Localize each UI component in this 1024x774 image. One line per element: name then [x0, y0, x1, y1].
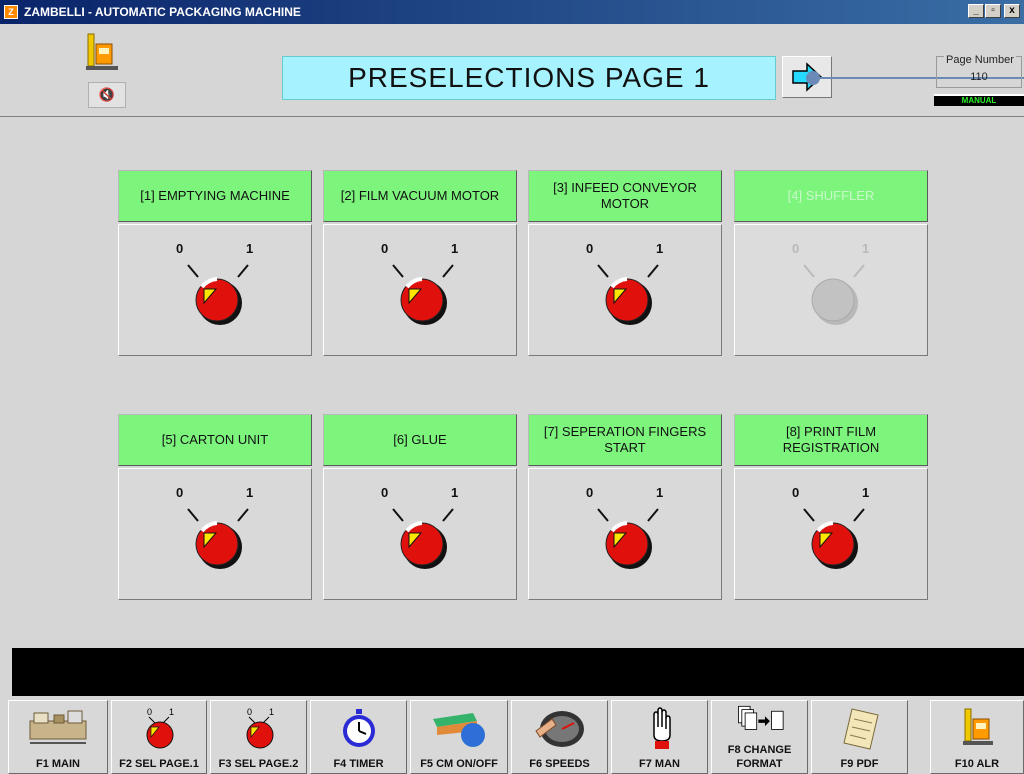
switch-label-0: 0 — [586, 241, 594, 256]
window-title: ZAMBELLI - AUTOMATIC PACKAGING MACHINE — [24, 5, 301, 19]
window-titlebar: Z ZAMBELLI - AUTOMATIC PACKAGING MACHINE… — [0, 0, 1024, 24]
restore-button[interactable]: ▫ — [985, 4, 1001, 18]
connector-dot — [806, 71, 820, 85]
machine-icon — [29, 710, 87, 744]
mute-button[interactable]: 🔇 — [88, 82, 126, 108]
switch-label-1: 1 — [656, 485, 664, 500]
preselection-panel-1: [1] EMPTYING MACHINE 0 1 — [118, 170, 312, 356]
f10-alr-button[interactable]: F10 ALR — [930, 700, 1024, 774]
f9-pdf-button[interactable]: F9 PDF — [811, 700, 908, 774]
speedometer-icon — [534, 711, 584, 747]
svg-text:0: 0 — [247, 707, 252, 717]
preselection-panel-8: [8] PRINT FILM REGISTRATION 0 1 — [734, 414, 928, 600]
panel-label: [8] PRINT FILM REGISTRATION — [734, 414, 928, 466]
switch-label-1: 1 — [862, 241, 870, 256]
panel-body: 0 1 — [118, 224, 312, 356]
app-logo-icon: Z — [4, 5, 18, 19]
page-number-label: Page Number — [944, 54, 1016, 66]
change-format-icon — [737, 705, 784, 730]
message-bar — [12, 648, 1024, 696]
function-key-bar: F1 MAIN 0 1 F2 SEL PAGE.1 0 1 F3 SEL PAG… — [0, 698, 1024, 774]
mode-indicator: MANUAL — [934, 94, 1024, 106]
f6-speeds-button[interactable]: F6 SPEEDS — [511, 700, 608, 774]
switch-label-1: 1 — [451, 485, 459, 500]
selector-switch[interactable]: 0 1 — [576, 237, 676, 337]
page-header: 🔇 PRESELECTIONS PAGE 1 Page Number 110 M… — [0, 24, 1024, 117]
f7-man-button[interactable]: F7 MAN — [611, 700, 708, 774]
preselection-panel-7: [7] SEPERATION FINGERS START 0 1 — [528, 414, 722, 600]
switch-label-0: 0 — [176, 485, 184, 500]
selector-switch: 0 1 — [782, 237, 882, 337]
panel-body: 0 1 — [323, 224, 517, 356]
panel-body: 0 1 — [323, 468, 517, 600]
f3-sel-page2-button[interactable]: 0 1 F3 SEL PAGE.2 — [210, 700, 307, 774]
preselection-panel-5: [5] CARTON UNIT 0 1 — [118, 414, 312, 600]
f5-label: F5 CM ON/OFF — [420, 758, 498, 770]
f4-timer-button[interactable]: F4 TIMER — [310, 700, 407, 774]
f5-cm-onoff-button[interactable]: F5 CM ON/OFF — [410, 700, 508, 774]
panel-body: 0 1 — [528, 224, 722, 356]
selector-switch-icon: 0 1 — [146, 707, 174, 749]
f8-label: F8 CHANGE FORMAT — [727, 744, 792, 770]
preselection-panel-4: [4] SHUFFLER 0 1 — [734, 170, 928, 356]
f6-label: F6 SPEEDS — [529, 758, 590, 770]
panel-body: 0 1 — [734, 468, 928, 600]
selector-switch[interactable]: 0 1 — [166, 481, 266, 581]
selector-switch[interactable]: 0 1 — [371, 481, 471, 581]
close-button[interactable]: x — [1004, 4, 1020, 18]
panel-label: [5] CARTON UNIT — [118, 414, 312, 466]
switch-label-1: 1 — [451, 241, 459, 256]
switch-label-0: 0 — [586, 485, 594, 500]
svg-text:1: 1 — [269, 707, 274, 717]
f9-label: F9 PDF — [840, 758, 879, 770]
selector-switch[interactable]: 0 1 — [576, 481, 676, 581]
f3-label: F3 SEL PAGE.2 — [218, 758, 299, 770]
svg-text:1: 1 — [169, 707, 174, 717]
f7-label: F7 MAN — [639, 758, 680, 770]
switch-label-1: 1 — [246, 241, 254, 256]
f4-label: F4 TIMER — [333, 758, 384, 770]
panel-body: 0 1 — [118, 468, 312, 600]
switch-label-1: 1 — [656, 241, 664, 256]
page-title: PRESELECTIONS PAGE 1 — [282, 56, 776, 100]
selector-switch-icon: 0 1 — [246, 707, 274, 749]
f1-label: F1 MAIN — [36, 758, 80, 770]
switch-label-0: 0 — [381, 241, 389, 256]
page-number-value: 110 — [970, 71, 988, 83]
preselection-panel-6: [6] GLUE 0 1 — [323, 414, 517, 600]
panel-label: [2] FILM VACUUM MOTOR — [323, 170, 517, 222]
svg-text:0: 0 — [147, 707, 152, 717]
selector-switch[interactable]: 0 1 — [166, 237, 266, 337]
panel-label: [4] SHUFFLER — [734, 170, 928, 222]
minimize-button[interactable]: _ — [968, 4, 984, 18]
switch-label-0: 0 — [792, 485, 800, 500]
document-icon — [842, 708, 879, 750]
panel-body: 0 1 — [528, 468, 722, 600]
f8-change-format-button[interactable]: F8 CHANGE FORMAT — [711, 700, 808, 774]
f2-sel-page1-button[interactable]: 0 1 F2 SEL PAGE.1 — [111, 700, 207, 774]
switch-label-0: 0 — [792, 241, 800, 256]
panel-label: [1] EMPTYING MACHINE — [118, 170, 312, 222]
switch-label-0: 0 — [381, 485, 389, 500]
alarm-icon — [963, 708, 993, 745]
panel-label: [7] SEPERATION FINGERS START — [528, 414, 722, 466]
switch-label-1: 1 — [246, 485, 254, 500]
panel-label: [3] INFEED CONVEYOR MOTOR — [528, 170, 722, 222]
panel-body: 0 1 — [734, 224, 928, 356]
panel-label: [6] GLUE — [323, 414, 517, 466]
stopwatch-icon — [342, 709, 375, 747]
switch-label-1: 1 — [862, 485, 870, 500]
f2-label: F2 SEL PAGE.1 — [119, 758, 199, 770]
preselection-panel-2: [2] FILM VACUUM MOTOR 0 1 — [323, 170, 517, 356]
conveyor-icon — [433, 713, 485, 747]
switch-label-0: 0 — [176, 241, 184, 256]
selector-switch[interactable]: 0 1 — [782, 481, 882, 581]
preselection-panel-3: [3] INFEED CONVEYOR MOTOR 0 1 — [528, 170, 722, 356]
machine-logo-icon — [86, 33, 118, 70]
f1-main-button[interactable]: F1 MAIN — [8, 700, 108, 774]
hand-icon — [652, 707, 671, 749]
selector-switch[interactable]: 0 1 — [371, 237, 471, 337]
f10-label: F10 ALR — [954, 758, 1000, 770]
